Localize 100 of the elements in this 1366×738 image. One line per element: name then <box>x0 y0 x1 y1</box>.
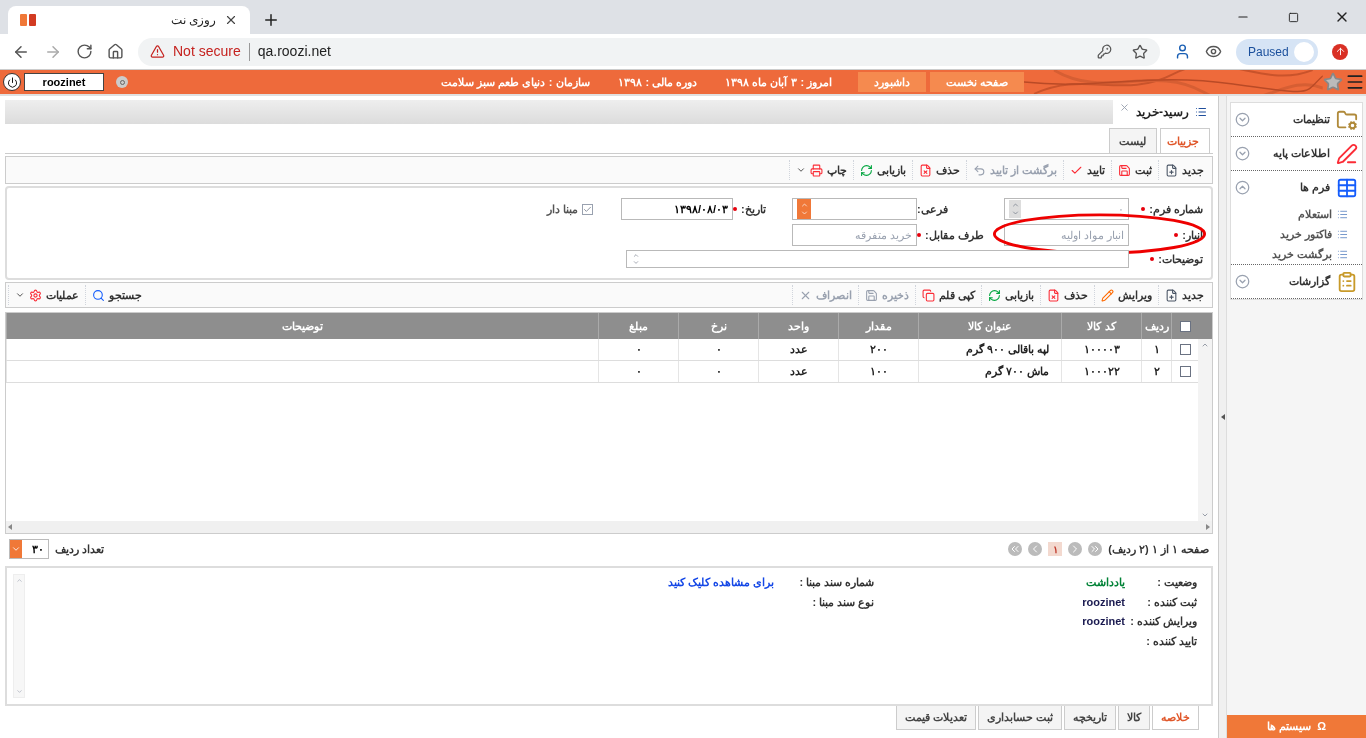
toolbar-button[interactable]: حذف <box>911 160 966 180</box>
last-page-icon[interactable] <box>1008 542 1023 556</box>
sidebar-item[interactable]: اطلاعات پایه <box>1231 137 1362 170</box>
toolbar-button[interactable]: جستجو <box>85 285 148 305</box>
table-icon <box>1336 176 1358 199</box>
address-field[interactable]: Not secure qa.roozi.net <box>138 37 1160 66</box>
caret-icon <box>15 290 25 300</box>
summary-label: وضعیت : <box>1156 575 1197 591</box>
home-icon[interactable] <box>107 43 124 60</box>
view-tab[interactable]: جزییات <box>1160 128 1210 153</box>
toolbar-button[interactable]: ثبت <box>1111 160 1158 180</box>
spinner-icon <box>631 251 641 267</box>
avatar-icon <box>1294 41 1314 62</box>
document-tab[interactable]: رسید-خرید <box>1113 100 1213 124</box>
view-tab[interactable]: لیست <box>1109 128 1157 153</box>
power-icon[interactable] <box>3 73 21 91</box>
list-icon <box>1337 208 1348 220</box>
star-icon[interactable] <box>1323 72 1343 92</box>
sidebar-item[interactable]: فرم ها <box>1231 171 1362 204</box>
toolbar-button[interactable]: جدید <box>1158 160 1210 180</box>
summary-label: ثبت کننده : <box>1146 594 1197 610</box>
scroll-down-icon[interactable] <box>1201 511 1209 519</box>
toolbar-button[interactable]: عملیات <box>8 285 85 305</box>
header-label: دوره مالی : <box>645 74 698 91</box>
toolbar-button[interactable]: ویرایش <box>1094 285 1158 305</box>
header-value: دنیای طعم سبز سلامت <box>440 74 545 91</box>
eye-icon[interactable] <box>1205 43 1222 60</box>
toolbar-button[interactable]: حذف <box>1040 285 1094 305</box>
spinner-icon <box>1009 200 1021 218</box>
scroll-right-icon[interactable] <box>1206 524 1210 530</box>
bottom-tab[interactable]: ثبت حسابداری <box>977 706 1062 730</box>
sidebar-subitem[interactable]: فاکتور خرید <box>1231 224 1362 244</box>
header-label: سازمان : <box>548 74 590 91</box>
field-label: طرف مقابل: <box>917 226 984 244</box>
table-cell: ۰ <box>678 339 758 360</box>
sidebar-item[interactable]: تنظیمات <box>1231 103 1362 136</box>
folder-icon <box>1336 108 1358 131</box>
scroll-left-icon[interactable] <box>8 524 12 530</box>
sidebar-subitem[interactable]: برگشت خرید <box>1231 244 1362 264</box>
toolbar-button[interactable]: بازیابی <box>981 285 1040 305</box>
bottom-tab[interactable]: تعدیلات قیمت <box>895 706 976 730</box>
page-size-select[interactable]: ۳۰ <box>9 539 49 559</box>
extension-icon[interactable] <box>1174 43 1191 60</box>
toolbar-button[interactable]: کپی قلم <box>914 285 981 305</box>
browser-tab[interactable]: روزی نت <box>8 6 250 34</box>
update-icon[interactable] <box>1332 43 1348 60</box>
sidebar-subitem[interactable]: استعلام <box>1231 204 1362 224</box>
undo-icon <box>972 163 986 177</box>
close-icon[interactable] <box>224 13 238 27</box>
expand-icon <box>1235 146 1250 161</box>
toolbar-button[interactable]: تایید <box>1063 160 1111 180</box>
row-checkbox[interactable] <box>1179 366 1191 377</box>
pencil-icon <box>1101 288 1114 302</box>
reload-icon[interactable] <box>76 43 93 60</box>
sidebar-item[interactable]: گزارشات <box>1231 265 1362 298</box>
next-page-icon[interactable] <box>1028 542 1043 556</box>
vertical-scrollbar[interactable] <box>13 574 25 698</box>
key-icon[interactable] <box>1097 44 1112 59</box>
user-field: roozinet <box>24 73 104 91</box>
header-label: امروز : <box>800 74 833 91</box>
toolbar-button[interactable]: جدید <box>1158 285 1210 305</box>
bottom-tab[interactable]: تاریخچه <box>1064 706 1116 730</box>
scroll-down-icon[interactable] <box>15 688 23 695</box>
scroll-up-icon[interactable] <box>15 577 23 584</box>
page-number[interactable]: ۱ <box>1048 542 1063 556</box>
pen-icon <box>1336 142 1358 165</box>
first-page-icon[interactable] <box>1088 542 1103 556</box>
select-field[interactable] <box>792 198 917 220</box>
file-plus-icon <box>1165 288 1178 302</box>
scroll-up-icon[interactable] <box>1201 341 1209 349</box>
copy-icon <box>921 288 935 302</box>
table-cell: ۱۰۰۰۰۳ <box>1061 339 1141 360</box>
header-value: ۱۳۹۸ <box>617 74 642 90</box>
summary-label: شماره سند مبنا : <box>798 575 875 591</box>
settings-icon[interactable] <box>116 76 128 88</box>
save-icon <box>864 288 878 302</box>
toolbar-button[interactable]: چاپ <box>788 160 853 180</box>
settings-icon <box>29 288 42 302</box>
profile-button[interactable]: Paused <box>1236 38 1318 65</box>
previous-page-icon[interactable] <box>1068 542 1083 556</box>
list-icon <box>1195 106 1207 118</box>
file-x-icon <box>918 163 932 177</box>
bottom-tab[interactable]: کالا <box>1118 706 1150 730</box>
select-all-checkbox[interactable] <box>1179 320 1191 332</box>
table-row[interactable]: ۱ ۱۰۰۰۰۳ لپه باقالی ۹۰۰ گرم ۲۰۰ عدد ۰ ۰ <box>6 339 1198 361</box>
vertical-scrollbar[interactable] <box>1198 313 1212 521</box>
table-row[interactable]: ۲ ۱۰۰۰۲۲ ماش ۷۰۰ گرم ۱۰۰ عدد ۰ ۰ <box>6 361 1198 383</box>
horizontal-scrollbar[interactable] <box>6 521 1212 533</box>
star-icon[interactable] <box>1132 43 1148 60</box>
row-checkbox[interactable] <box>1179 344 1191 355</box>
table-cell: ۲ <box>1141 361 1171 382</box>
bottom-tab[interactable]: خلاصه <box>1152 706 1199 730</box>
view-link[interactable]: برای مشاهده کلیک کنید <box>668 574 775 591</box>
new-tab-icon[interactable] <box>262 11 280 29</box>
input-field[interactable]: ۱۳۹۸/۰۸/۰۳ <box>621 198 733 220</box>
description-field[interactable] <box>626 250 1129 268</box>
menu-icon[interactable] <box>1345 72 1365 92</box>
maximize-icon[interactable] <box>1288 11 1299 23</box>
checkbox[interactable] <box>582 203 593 215</box>
toolbar-button[interactable]: بازیابی <box>852 160 912 180</box>
